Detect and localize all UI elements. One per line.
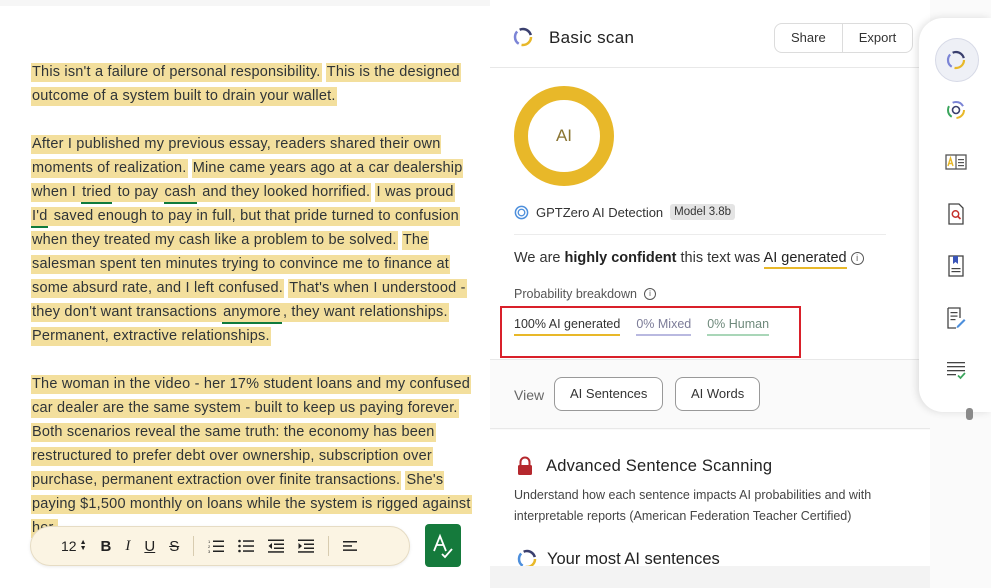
ai-sentences-button[interactable]: AI Sentences [554, 377, 664, 411]
probability-breakdown-text: Probability breakdown [514, 287, 637, 301]
confidence-prefix: We are [514, 250, 565, 266]
gptzero-logo-icon [514, 205, 529, 219]
ai-probability-ring: AI [514, 86, 614, 186]
advanced-scanning-section: Advanced Sentence Scanning Understand ho… [490, 430, 930, 588]
document-editor[interactable]: This isn't a failure of personal respons… [0, 0, 490, 588]
advanced-description: Understand how each sentence impacts AI … [514, 488, 872, 523]
ai-words-button[interactable]: AI Words [675, 377, 761, 411]
grammar-check-button[interactable] [425, 524, 461, 567]
model-badge: Model 3.8b [670, 204, 736, 220]
bottom-fade-overlay [490, 566, 930, 588]
scan-icon [946, 50, 966, 70]
grammar-check-icon [433, 533, 453, 558]
confidence-statement: We are highly confident this text was AI… [514, 250, 864, 269]
confidence-level: highly confident [564, 250, 677, 266]
probability-breakdown-label: Probability breakdown i [514, 287, 656, 301]
editor-paragraph[interactable]: The woman in the video - her 17% student… [31, 372, 472, 540]
italic-button[interactable]: I [125, 538, 130, 555]
verdict-label: AI generated [763, 250, 847, 269]
view-selector: View AI Sentences AI Words [490, 361, 930, 429]
rail-edit-document-button[interactable] [945, 307, 967, 329]
formatting-toolbar: 12 ▲ ▼ B I U S 123 [30, 526, 410, 566]
font-size-select[interactable]: 12 ▲ ▼ [61, 538, 87, 554]
rail-compare-button[interactable] [945, 151, 967, 173]
ai-highlighted-sentence: This isn't a failure of personal respons… [31, 63, 322, 82]
spelling-flagged-word: anymore [222, 303, 282, 324]
compare-icon [945, 154, 967, 170]
ai-highlighted-sentence: , they want relationships. [281, 303, 449, 322]
outdent-icon[interactable] [268, 539, 285, 553]
ai-highlighted-sentence: The woman in the video - her 17% student… [31, 375, 471, 418]
ai-highlighted-sentence: saved enough to pay in full, but that pr… [31, 207, 460, 250]
spelling-flagged-word: tried [81, 183, 113, 204]
indent-icon[interactable] [298, 539, 315, 553]
bookmark-document-icon [948, 255, 964, 277]
spelling-flagged-word: I'd [31, 207, 49, 228]
toolbar-divider [328, 536, 330, 556]
detector-info: GPTZero AI Detection Model 3.8b [514, 204, 736, 220]
panel-title: Basic scan [549, 28, 635, 47]
edit-document-icon [947, 307, 966, 329]
scrollbar-thumb[interactable] [966, 408, 973, 420]
numbered-list-icon[interactable]: 123 [208, 539, 225, 553]
rail-scan-button[interactable] [945, 49, 967, 71]
checklist-icon [947, 362, 966, 380]
ai-highlighted-sentence: I was proud [375, 183, 455, 202]
align-left-icon[interactable] [343, 540, 358, 552]
view-label: View [514, 387, 545, 403]
divider [514, 234, 886, 235]
editor-paragraph[interactable]: This isn't a failure of personal respons… [31, 60, 471, 108]
bullet-list-icon[interactable] [238, 539, 255, 553]
ai-highlighted-sentence: to pay [112, 183, 164, 202]
ai-detection-panel: Basic scan Share Export AI GPTZero AI De… [490, 0, 991, 588]
info-icon[interactable]: i [850, 252, 864, 265]
share-button[interactable]: Share [775, 24, 842, 52]
bold-button[interactable]: B [101, 538, 112, 555]
font-size-stepper-icon: ▲ ▼ [79, 539, 87, 552]
export-button[interactable]: Export [841, 24, 913, 52]
underline-button[interactable]: U [144, 538, 155, 555]
confidence-middle: this text was [676, 250, 764, 266]
advanced-title: Advanced Sentence Scanning [546, 457, 773, 475]
scan-result-card: AI GPTZero AI Detection Model 3.8b We ar… [490, 68, 930, 360]
editor-paragraph[interactable]: After I published my previous essay, rea… [31, 132, 471, 348]
multi-scan-icon [947, 101, 965, 119]
editor-body[interactable]: This isn't a failure of personal respons… [31, 60, 472, 564]
rail-checklist-button[interactable] [945, 359, 967, 381]
rail-document-search-button[interactable] [945, 203, 967, 225]
header-actions: Share Export [774, 23, 914, 53]
annotation-highlight-box [500, 306, 801, 358]
spelling-flagged-word: cash [163, 183, 197, 204]
ring-label: AI [555, 126, 573, 145]
detector-name: GPTZero AI Detection [536, 204, 664, 220]
svg-text:3: 3 [208, 549, 211, 553]
rail-multi-scan-button[interactable] [945, 99, 967, 121]
tool-rail [919, 18, 991, 412]
strikethrough-button[interactable]: S [169, 538, 179, 555]
ai-highlighted-sentence: and they looked horrified. [196, 183, 372, 202]
basic-scan-icon [513, 27, 533, 47]
ai-highlighted-sentence: Both scenarios reveal the same truth: th… [31, 423, 436, 490]
rail-bookmark-document-button[interactable] [945, 255, 967, 277]
ai-highlighted-sentence: Permanent, extractive relationships. [31, 327, 271, 346]
toolbar-divider [193, 536, 195, 556]
info-icon[interactable]: i [644, 288, 656, 300]
document-search-icon [948, 203, 964, 225]
lock-icon [518, 456, 532, 475]
panel-header: Basic scan Share Export [490, 0, 930, 68]
editor-top-border [0, 0, 490, 6]
